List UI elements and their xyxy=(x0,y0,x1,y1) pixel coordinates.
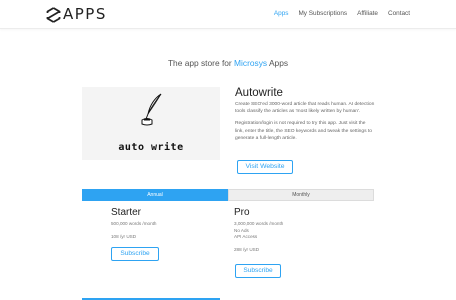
product-description-paragraph: Registration/login is not required to tr… xyxy=(235,121,373,141)
subscribe-starter-button[interactable]: Subscribe xyxy=(111,247,159,261)
billing-tabs: Annual Monthly xyxy=(82,189,374,201)
product-description: Create SEO'ed 3000-word article that rea… xyxy=(235,101,375,142)
visit-website-button[interactable]: Visit Website xyxy=(237,160,293,174)
nav-link-affiliate[interactable]: Affiliate xyxy=(357,10,378,17)
tab-monthly[interactable]: Monthly xyxy=(228,189,374,201)
page-tagline: The app store for Microsys Apps xyxy=(0,58,456,68)
tab-annual[interactable]: Annual xyxy=(82,189,228,201)
tagline-suffix: Apps xyxy=(267,58,289,68)
product-title: Autowrite xyxy=(235,87,283,99)
quill-inkpot-icon xyxy=(141,93,162,126)
plan-price: 108 /yr USD xyxy=(111,233,137,239)
product-image-caption: auto write xyxy=(118,142,184,153)
site-logo[interactable]: APPS xyxy=(46,6,107,23)
tagline-prefix: The app store for xyxy=(167,58,235,68)
main-nav: Apps My Subscriptions Affiliate Contact xyxy=(274,10,410,17)
tagline-brand: Microsys xyxy=(234,58,268,68)
nav-link-my-subscriptions[interactable]: My Subscriptions xyxy=(298,10,347,17)
plan-words: 500,000 words /month xyxy=(111,221,157,226)
plan-name: Starter xyxy=(111,207,142,218)
plan-pro: Pro 3,000,000 words /month No Ads API Ac… xyxy=(234,207,283,253)
nav-link-contact[interactable]: Contact xyxy=(388,10,410,17)
product-image: auto write xyxy=(82,87,220,160)
plan-name: Pro xyxy=(234,207,250,218)
logo-text: APPS xyxy=(63,5,107,23)
plan-starter: Starter 500,000 words /month 108 /yr USD xyxy=(111,207,156,240)
subscribe-pro-button[interactable]: Subscribe xyxy=(235,264,281,278)
nav-link-apps[interactable]: Apps xyxy=(274,10,289,17)
site-header: APPS Apps My Subscriptions Affiliate Con… xyxy=(0,0,456,29)
plan-feature: No Ads xyxy=(234,227,249,233)
product-description-paragraph: Create SEO'ed 3000-word article that rea… xyxy=(235,102,375,115)
plan-price: 288 /yr USD xyxy=(234,246,260,252)
plan-words: 3,000,000 words /month xyxy=(234,221,284,226)
plan-feature: API Access xyxy=(234,234,258,240)
logo-s-icon xyxy=(46,6,61,23)
